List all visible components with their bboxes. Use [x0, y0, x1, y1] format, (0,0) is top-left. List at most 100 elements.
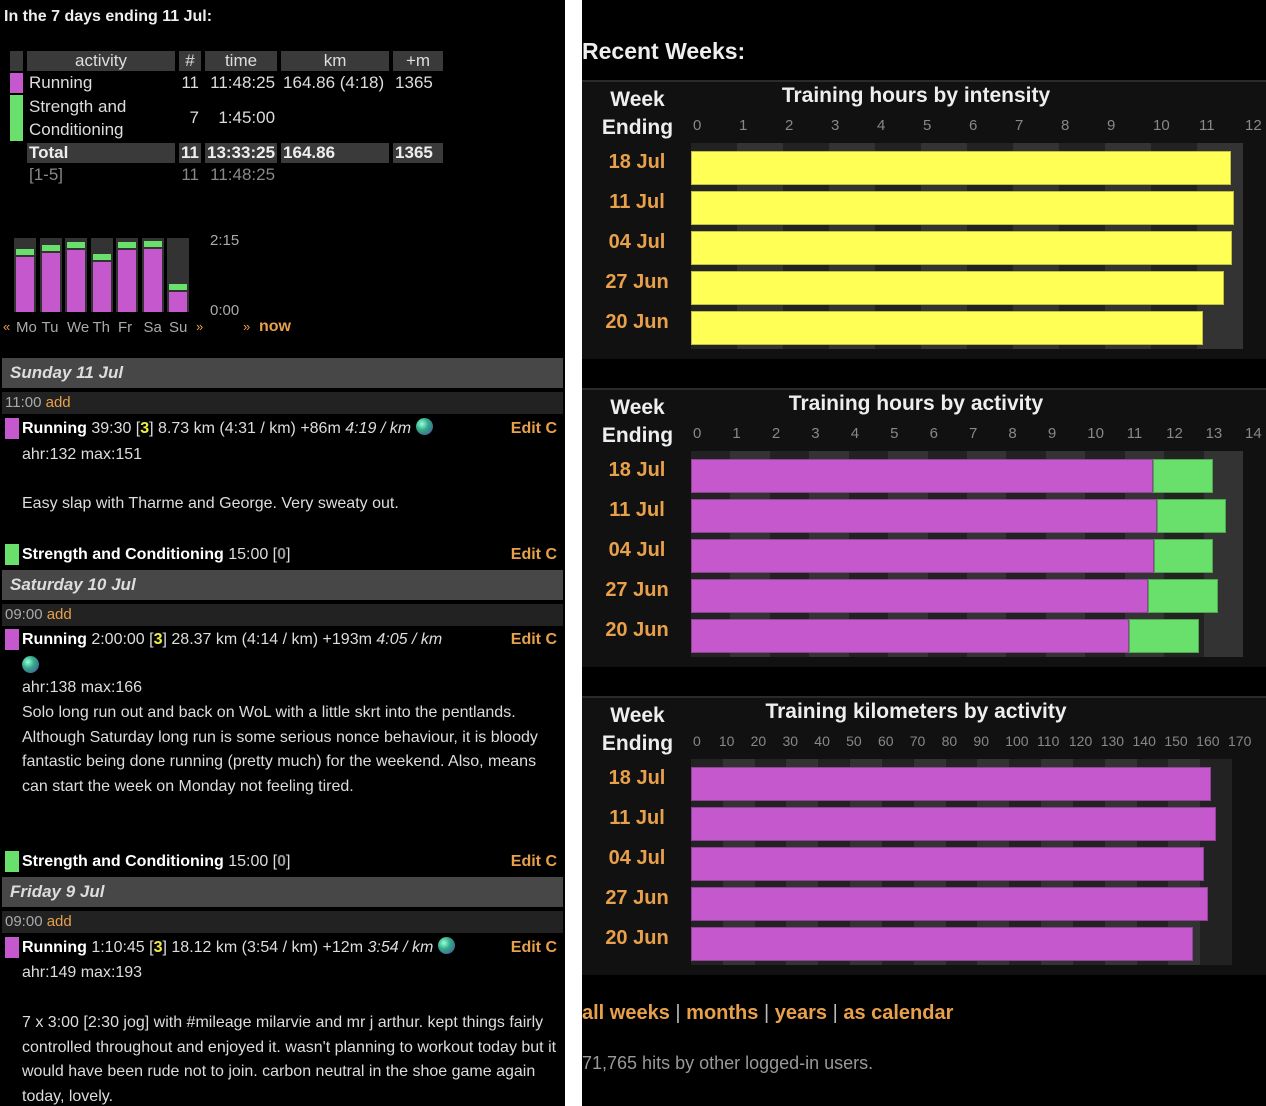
months-link[interactable]: months: [686, 1002, 758, 1024]
x-tick-label: 50: [846, 733, 862, 749]
mini-day-label[interactable]: Tu: [42, 319, 59, 336]
bar-strength-and-conditioning[interactable]: [1147, 579, 1218, 613]
prev-week-link[interactable]: «: [3, 319, 10, 334]
activity-note: 7 x 3:00 [2:30 jog] with #mileage milarv…: [22, 1014, 557, 1105]
bar-running[interactable]: [691, 767, 1211, 801]
mini-day-label[interactable]: We: [67, 319, 89, 336]
bar-intensity[interactable]: [691, 311, 1204, 345]
globe-map-icon[interactable]: [22, 656, 39, 673]
add-link[interactable]: add: [47, 913, 72, 930]
edit-button[interactable]: Edit C: [511, 417, 557, 441]
edit-button[interactable]: Edit C: [511, 850, 557, 874]
add-link[interactable]: add: [47, 606, 72, 623]
now-link[interactable]: now: [259, 318, 291, 336]
add-link[interactable]: add: [46, 394, 71, 411]
bar-strength-and-conditioning[interactable]: [1129, 619, 1200, 653]
mini-day-bar[interactable]: [90, 238, 113, 312]
bar-running[interactable]: [691, 579, 1148, 613]
week-ending-label[interactable]: 27 Jun: [582, 579, 692, 602]
all-weeks-link[interactable]: all weeks: [582, 1002, 670, 1024]
week-ending-label[interactable]: 20 Jun: [582, 619, 692, 642]
header-time[interactable]: time: [204, 51, 278, 71]
week-ending-label[interactable]: 04 Jul: [582, 539, 692, 562]
activity-name[interactable]: Running: [27, 73, 175, 93]
bar-running[interactable]: [691, 847, 1204, 881]
bar-intensity[interactable]: [691, 271, 1225, 305]
bar-running[interactable]: [691, 887, 1209, 921]
mini-strength-segment: [143, 240, 162, 247]
week-ending-label[interactable]: 11 Jul: [582, 499, 692, 522]
activity-count: 11: [181, 73, 199, 92]
bar-running[interactable]: [691, 539, 1154, 573]
bar-intensity[interactable]: [691, 231, 1232, 265]
bar-strength-and-conditioning[interactable]: [1153, 539, 1214, 573]
globe-map-icon[interactable]: [437, 937, 455, 954]
week-ending-label[interactable]: 20 Jun: [582, 927, 692, 950]
activity-time: 11:48:25: [210, 73, 276, 92]
activity-name[interactable]: Strength and Conditioning: [22, 853, 224, 870]
blank-cell: [281, 165, 389, 185]
week-ending-axis-label: Week Ending: [601, 88, 674, 139]
mini-day-bar[interactable]: [14, 238, 36, 312]
bar-running[interactable]: [691, 619, 1130, 653]
activity-name[interactable]: Running: [22, 631, 87, 648]
bar-running[interactable]: [691, 807, 1216, 841]
week-ending-label[interactable]: 11 Jul: [582, 807, 692, 830]
activity-name[interactable]: Strength and Conditioning: [27, 95, 175, 141]
bar-running[interactable]: [691, 459, 1154, 493]
bar-running[interactable]: [691, 499, 1157, 533]
week-ending-label[interactable]: 04 Jul: [582, 231, 692, 254]
x-tick-label: 12: [1245, 117, 1262, 134]
mini-day-label[interactable]: Mo: [16, 319, 37, 336]
x-tick-label: 40: [814, 733, 830, 749]
week-ending-label[interactable]: 18 Jul: [582, 151, 692, 174]
mini-day-bar[interactable]: [116, 238, 138, 312]
globe-map-icon[interactable]: [415, 418, 433, 435]
activity-entry: Running 1:10:45 [3] 18.12 km (3:54 / km)…: [5, 936, 563, 960]
bar-running[interactable]: [691, 927, 1194, 961]
week-ending-label[interactable]: 18 Jul: [582, 459, 692, 482]
bar-strength-and-conditioning[interactable]: [1153, 459, 1214, 493]
activity-entry: Strength and Conditioning 15:00 [0] Edit …: [5, 850, 563, 874]
week-ending-label[interactable]: 27 Jun: [582, 887, 692, 910]
activity-name[interactable]: Strength and Conditioning: [22, 546, 224, 563]
as-calendar-link[interactable]: as calendar: [843, 1002, 953, 1024]
week-ending-label[interactable]: 04 Jul: [582, 847, 692, 870]
header-climb[interactable]: +m: [393, 51, 444, 71]
activity-summary: Strength and Conditioning 15:00 [0]: [22, 543, 563, 567]
intensity-value: 0: [277, 546, 287, 563]
activity-pace: 3:54 / km: [367, 939, 434, 956]
edit-button[interactable]: Edit C: [511, 543, 557, 567]
bar-intensity[interactable]: [691, 151, 1231, 185]
mini-day-label[interactable]: Fr: [118, 319, 132, 336]
mini-day-label[interactable]: Su: [169, 319, 187, 336]
header-count[interactable]: #: [179, 51, 201, 71]
x-tick-label: 12: [1166, 425, 1183, 442]
activity-time: 1:45:00: [218, 108, 276, 127]
mini-day-label[interactable]: Sa: [144, 319, 162, 336]
edit-button[interactable]: Edit C: [511, 936, 557, 960]
mini-day-bar[interactable]: [39, 238, 62, 312]
week-ending-label[interactable]: 27 Jun: [582, 271, 692, 294]
week-ending-label[interactable]: 20 Jun: [582, 311, 692, 334]
now-arrow[interactable]: »: [243, 319, 250, 334]
intensity-value: 3: [140, 420, 150, 437]
mini-day-bar[interactable]: [65, 238, 87, 312]
mini-day-bar[interactable]: [141, 238, 164, 312]
activity-name[interactable]: Running: [22, 939, 87, 956]
header-km[interactable]: km: [281, 51, 390, 71]
bar-strength-and-conditioning[interactable]: [1156, 499, 1226, 533]
hits-count: 71,765 hits by other logged-in users.: [582, 1053, 874, 1073]
week-ending-label[interactable]: 11 Jul: [582, 191, 692, 214]
range-label: [1-5]: [29, 165, 64, 184]
edit-button[interactable]: Edit C: [511, 628, 557, 652]
week-ending-label[interactable]: 18 Jul: [582, 767, 692, 790]
activity-name[interactable]: Running: [22, 420, 87, 437]
mini-day-bar[interactable]: [167, 238, 189, 312]
mini-day-label[interactable]: Th: [93, 319, 111, 336]
years-link[interactable]: years: [775, 1002, 827, 1024]
next-week-link[interactable]: »: [196, 319, 203, 334]
bar-intensity[interactable]: [691, 191, 1235, 225]
blank-cell: [10, 143, 23, 163]
header-activity[interactable]: activity: [27, 51, 175, 71]
